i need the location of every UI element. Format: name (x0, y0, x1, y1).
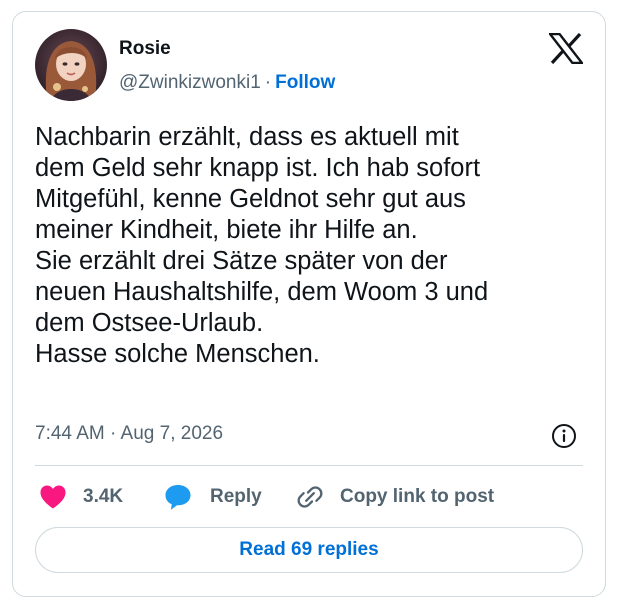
tweet-line: Hasse solche Menschen. (35, 340, 320, 368)
divider (35, 465, 583, 466)
tweet-timestamp[interactable]: 7:44 AM · Aug 7, 2026 (35, 423, 223, 445)
reply-label: Reply (210, 486, 262, 507)
author-name[interactable]: Rosie (119, 38, 171, 60)
copy-link-button[interactable]: Copy link to post (296, 482, 494, 512)
copy-link-label: Copy link to post (340, 486, 495, 507)
tweet-card: Rosie @Zwinkizwonki1 · Follow Nachbarin er… (12, 11, 606, 597)
x-logo-icon[interactable] (547, 32, 585, 65)
like-button[interactable]: 3.4K (39, 482, 123, 512)
tweet-line: neuen Haushaltshilfe, dem Woom 3 und (35, 278, 489, 306)
tweet-line: Sie erzählt drei Sätze später von der (35, 247, 448, 275)
author-handle[interactable]: @Zwinkizwonki1 (119, 72, 261, 93)
reply-button[interactable]: Reply (163, 482, 262, 512)
author-meta: @Zwinkizwonki1 · Follow (119, 72, 335, 94)
tweet-text: Nachbarin erzählt, dass es aktuell mit d… (35, 122, 590, 370)
tweet-line: Mitgefühl, kenne Geldnot sehr gut aus (35, 185, 466, 213)
tweet-line: dem Geld sehr knapp ist. Ich hab sofort (35, 154, 481, 182)
read-replies-button[interactable]: Read 69 replies (35, 527, 583, 573)
avatar[interactable] (35, 29, 107, 101)
follow-button[interactable]: Follow (275, 72, 335, 93)
separator-dot: · (264, 72, 272, 93)
tweet-line: dem Ostsee-Urlaub. (35, 309, 264, 337)
link-icon (297, 486, 323, 508)
speech-bubble-icon (165, 485, 191, 510)
like-count: 3.4K (83, 486, 124, 507)
heart-icon (40, 485, 66, 509)
tweet-line: Nachbarin erzählt, dass es aktuell mit (35, 123, 459, 151)
info-icon[interactable] (551, 423, 577, 449)
tweet-line: meiner Kindheit, biete ihr Hilfe an. (35, 216, 418, 244)
